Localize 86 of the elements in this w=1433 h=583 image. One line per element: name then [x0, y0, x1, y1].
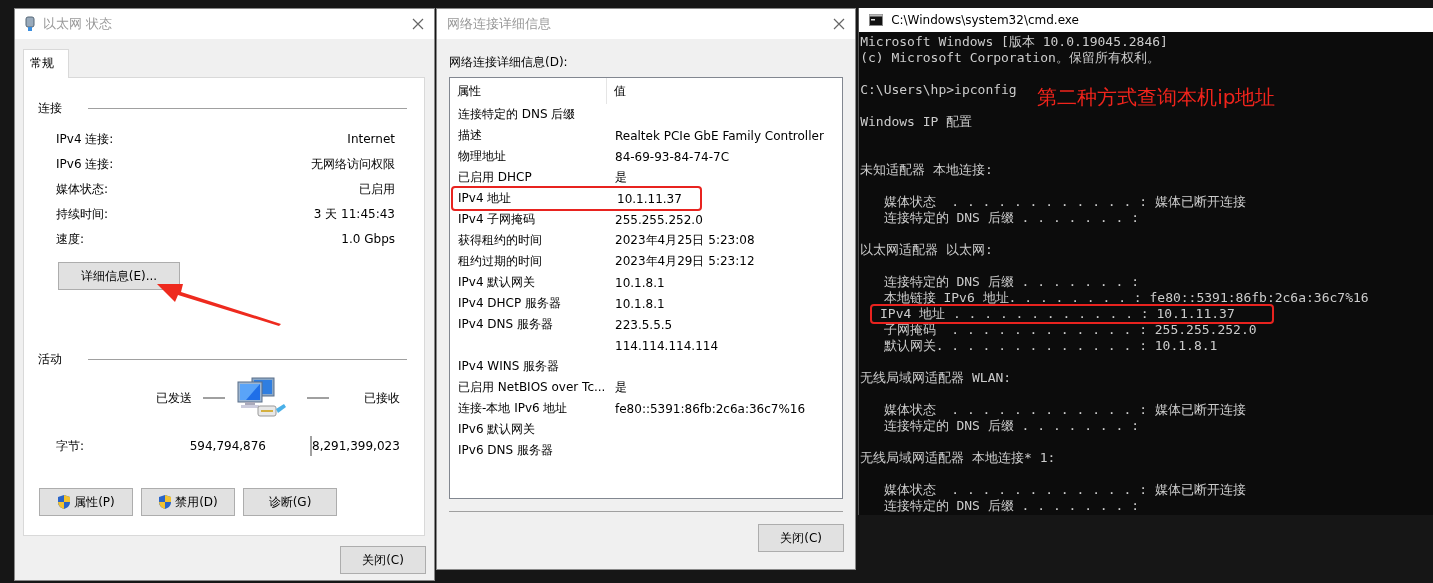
received-label: 已接收 [363, 389, 400, 407]
console-line: (c) Microsoft Corporation。保留所有权利。 [860, 50, 1160, 66]
value-cell: 2023年4月29日 5:23:12 [615, 254, 755, 268]
field-label: IPv6 连接: [56, 156, 114, 173]
console-line: 连接特定的 DNS 后缀 . . . . . . . : [882, 210, 1139, 226]
console-icon [869, 14, 884, 26]
console-line: 媒体状态 . . . . . . . . . . . . : 媒体已断开连接 [882, 482, 1246, 498]
column-header[interactable]: 值 [607, 78, 843, 104]
property-cell: IPv4 子网掩码 [458, 212, 536, 226]
value-cell: 是 [615, 170, 627, 184]
shield-icon [57, 494, 72, 510]
console-line: C:\Users\hp>ipconfig [860, 82, 1017, 98]
property-cell: IPv4 默认网关 [458, 275, 536, 289]
action-button[interactable]: 诊断(G) [243, 488, 337, 516]
shield-icon [158, 494, 173, 510]
value-cell: 114.114.114.114 [615, 338, 719, 353]
received-bytes: 8,291,399,023 [312, 439, 400, 453]
field-value: 1.0 Gbps [341, 231, 395, 248]
action-button[interactable]: 禁用(D) [141, 488, 235, 516]
property-cell: 租约过期的时间 [458, 254, 542, 268]
close-button[interactable]: 关闭(C) [758, 524, 845, 552]
property-cell: IPv6 DNS 服务器 [458, 443, 553, 457]
action-button[interactable]: 属性(P) [39, 488, 133, 516]
close-icon[interactable] [833, 18, 846, 30]
close-icon[interactable] [412, 18, 424, 30]
tab[interactable]: 常规 [23, 49, 69, 78]
value-cell: Realtek PCIe GbE Family Controller [615, 128, 824, 143]
console-line: Windows IP 配置 [860, 114, 973, 130]
sent-label: 已发送 [156, 389, 192, 407]
property-cell: 已启用 DHCP [458, 170, 532, 184]
console-line: 子网掩码 . . . . . . . . . . . . : 255.255.252.0 [882, 322, 1257, 338]
value-cell: 10.1.8.1 [615, 296, 665, 311]
value-cell: 10.1.8.1 [615, 275, 665, 290]
console-line: 媒体状态 . . . . . . . . . . . . : 媒体已断开连接 [882, 402, 1246, 418]
console-line: IPv4 地址 . . . . . . . . . . . . : 10.1.11.37 [872, 306, 1273, 322]
property-cell: 物理地址 [458, 149, 506, 163]
console-line: 连接特定的 DNS 后缀 . . . . . . . : [882, 418, 1139, 434]
details-button[interactable]: 详细信息(E)... [58, 262, 180, 290]
value-cell: 255.255.252.0 [615, 212, 703, 227]
property-cell: IPv4 DNS 服务器 [458, 317, 553, 331]
property-cell: 描述 [458, 128, 482, 142]
console-line: Microsoft Windows [版本 10.0.19045.2846] [860, 34, 1168, 50]
field-label: IPv4 连接: [56, 131, 114, 148]
value-cell: 是 [615, 380, 627, 394]
value-cell: 2023年4月25日 5:23:08 [615, 233, 755, 247]
console-line: 以太网适配器 以太网: [860, 242, 993, 258]
console-line: 无线局域网适配器 WLAN: [860, 370, 1012, 386]
field-value: Internet [347, 131, 395, 148]
value-cell: 10.1.11.37 [617, 191, 682, 206]
value-cell: 223.5.5.5 [615, 317, 673, 332]
field-value: 无网络访问权限 [311, 156, 395, 173]
section-heading: 活动 [38, 351, 62, 368]
property-cell: IPv6 默认网关 [458, 422, 536, 436]
window-title: 以太网 状态 [43, 15, 114, 33]
field-label: 媒体状态: [56, 181, 109, 198]
window-title: C:\Windows\system32\cmd.exe [891, 13, 1079, 27]
property-cell: 连接-本地 IPv6 地址 [458, 401, 568, 415]
console-line: 默认网关. . . . . . . . . . . . . : 10.1.8.1 [882, 338, 1218, 354]
value-cell: 84-69-93-84-74-7C [615, 149, 729, 164]
field-label: 速度: [56, 231, 85, 248]
window-title: 网络连接详细信息 [447, 15, 552, 33]
property-cell: IPv4 WINS 服务器 [458, 359, 560, 373]
console-line: 未知适配器 本地连接: [860, 162, 993, 178]
column-header[interactable]: 属性 [450, 78, 607, 104]
console-line: 本地链接 IPv6 地址. . . . . . . . : fe80::5391:86fb:2c6a:36c7%16 [882, 290, 1369, 306]
property-cell: IPv4 DHCP 服务器 [458, 296, 562, 310]
bytes-label: 字节: [56, 437, 86, 455]
annotation-text: 第二种方式查询本机ip地址 [1037, 84, 1276, 111]
value-cell: fe80::5391:86fb:2c6a:36c7%16 [615, 401, 806, 416]
close-button[interactable]: 关闭(C) [340, 546, 426, 574]
console-line: 连接特定的 DNS 后缀 . . . . . . . : [882, 498, 1139, 514]
sent-bytes: 594,794,876 [188, 439, 266, 453]
property-cell: 已启用 NetBIOS over Tc... [458, 380, 606, 394]
list-label: 网络连接详细信息(D): [449, 54, 569, 71]
network-adapter-icon [25, 16, 35, 32]
console-line: 无线局域网适配器 本地连接* 1: [860, 450, 1056, 466]
field-value: 3 天 11:45:43 [313, 206, 395, 223]
console-line: 连接特定的 DNS 后缀 . . . . . . . : [882, 274, 1139, 290]
console-line: 媒体状态 . . . . . . . . . . . . : 媒体已断开连接 [882, 194, 1246, 210]
network-computers-icon [236, 376, 288, 420]
section-heading: 连接 [38, 100, 62, 117]
field-label: 持续时间: [56, 206, 109, 223]
field-value: 已启用 [359, 181, 395, 198]
property-cell: 获得租约的时间 [458, 233, 542, 247]
property-cell: 连接特定的 DNS 后缀 [458, 107, 576, 121]
property-cell: IPv4 地址 [458, 191, 512, 205]
